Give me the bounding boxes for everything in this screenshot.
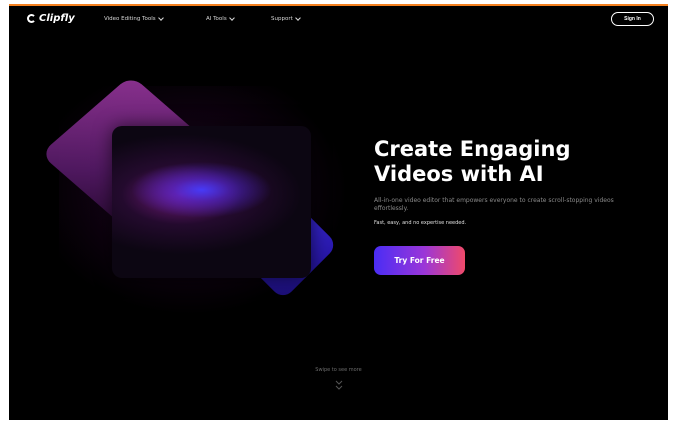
try-for-free-button[interactable]: Try For Free (374, 246, 465, 275)
nav-item-label: Video Editing Tools (104, 16, 156, 22)
clipfly-logo-icon (27, 14, 36, 23)
nav-item-label: Support (271, 16, 293, 22)
hero-illustration (40, 75, 349, 316)
logo[interactable]: Clipfly (27, 13, 75, 24)
swipe-hint: Swipe to see more (315, 367, 362, 373)
logo-text: Clipfly (39, 13, 75, 24)
double-chevron-down-icon[interactable] (334, 379, 344, 393)
headline-line-1: Create Engaging (374, 137, 571, 161)
page: Clipfly Video Editing Tools AI Tools Sup… (9, 6, 668, 420)
hero-headline: Create Engaging Videos with AI (374, 137, 654, 187)
headline-line-2: Videos with AI (374, 162, 544, 186)
video-card-shape (112, 126, 311, 278)
chevron-down-icon (228, 15, 235, 21)
nav-item-ai-tools[interactable]: AI Tools (206, 15, 235, 22)
nav-item-video-editing-tools[interactable]: Video Editing Tools (104, 15, 164, 22)
chevron-down-icon (294, 15, 301, 21)
nav-item-support[interactable]: Support (271, 15, 301, 22)
chevron-down-icon (157, 15, 164, 21)
hero-subtitle-secondary: Fast, easy, and no expertise needed. (374, 220, 467, 226)
hero-subtitle: All-in-one video editor that empowers ev… (374, 197, 614, 212)
nav-item-label: AI Tools (206, 16, 227, 22)
top-navigation: Clipfly Video Editing Tools AI Tools Sup… (9, 6, 668, 32)
sign-in-button[interactable]: Sign In (611, 12, 654, 26)
